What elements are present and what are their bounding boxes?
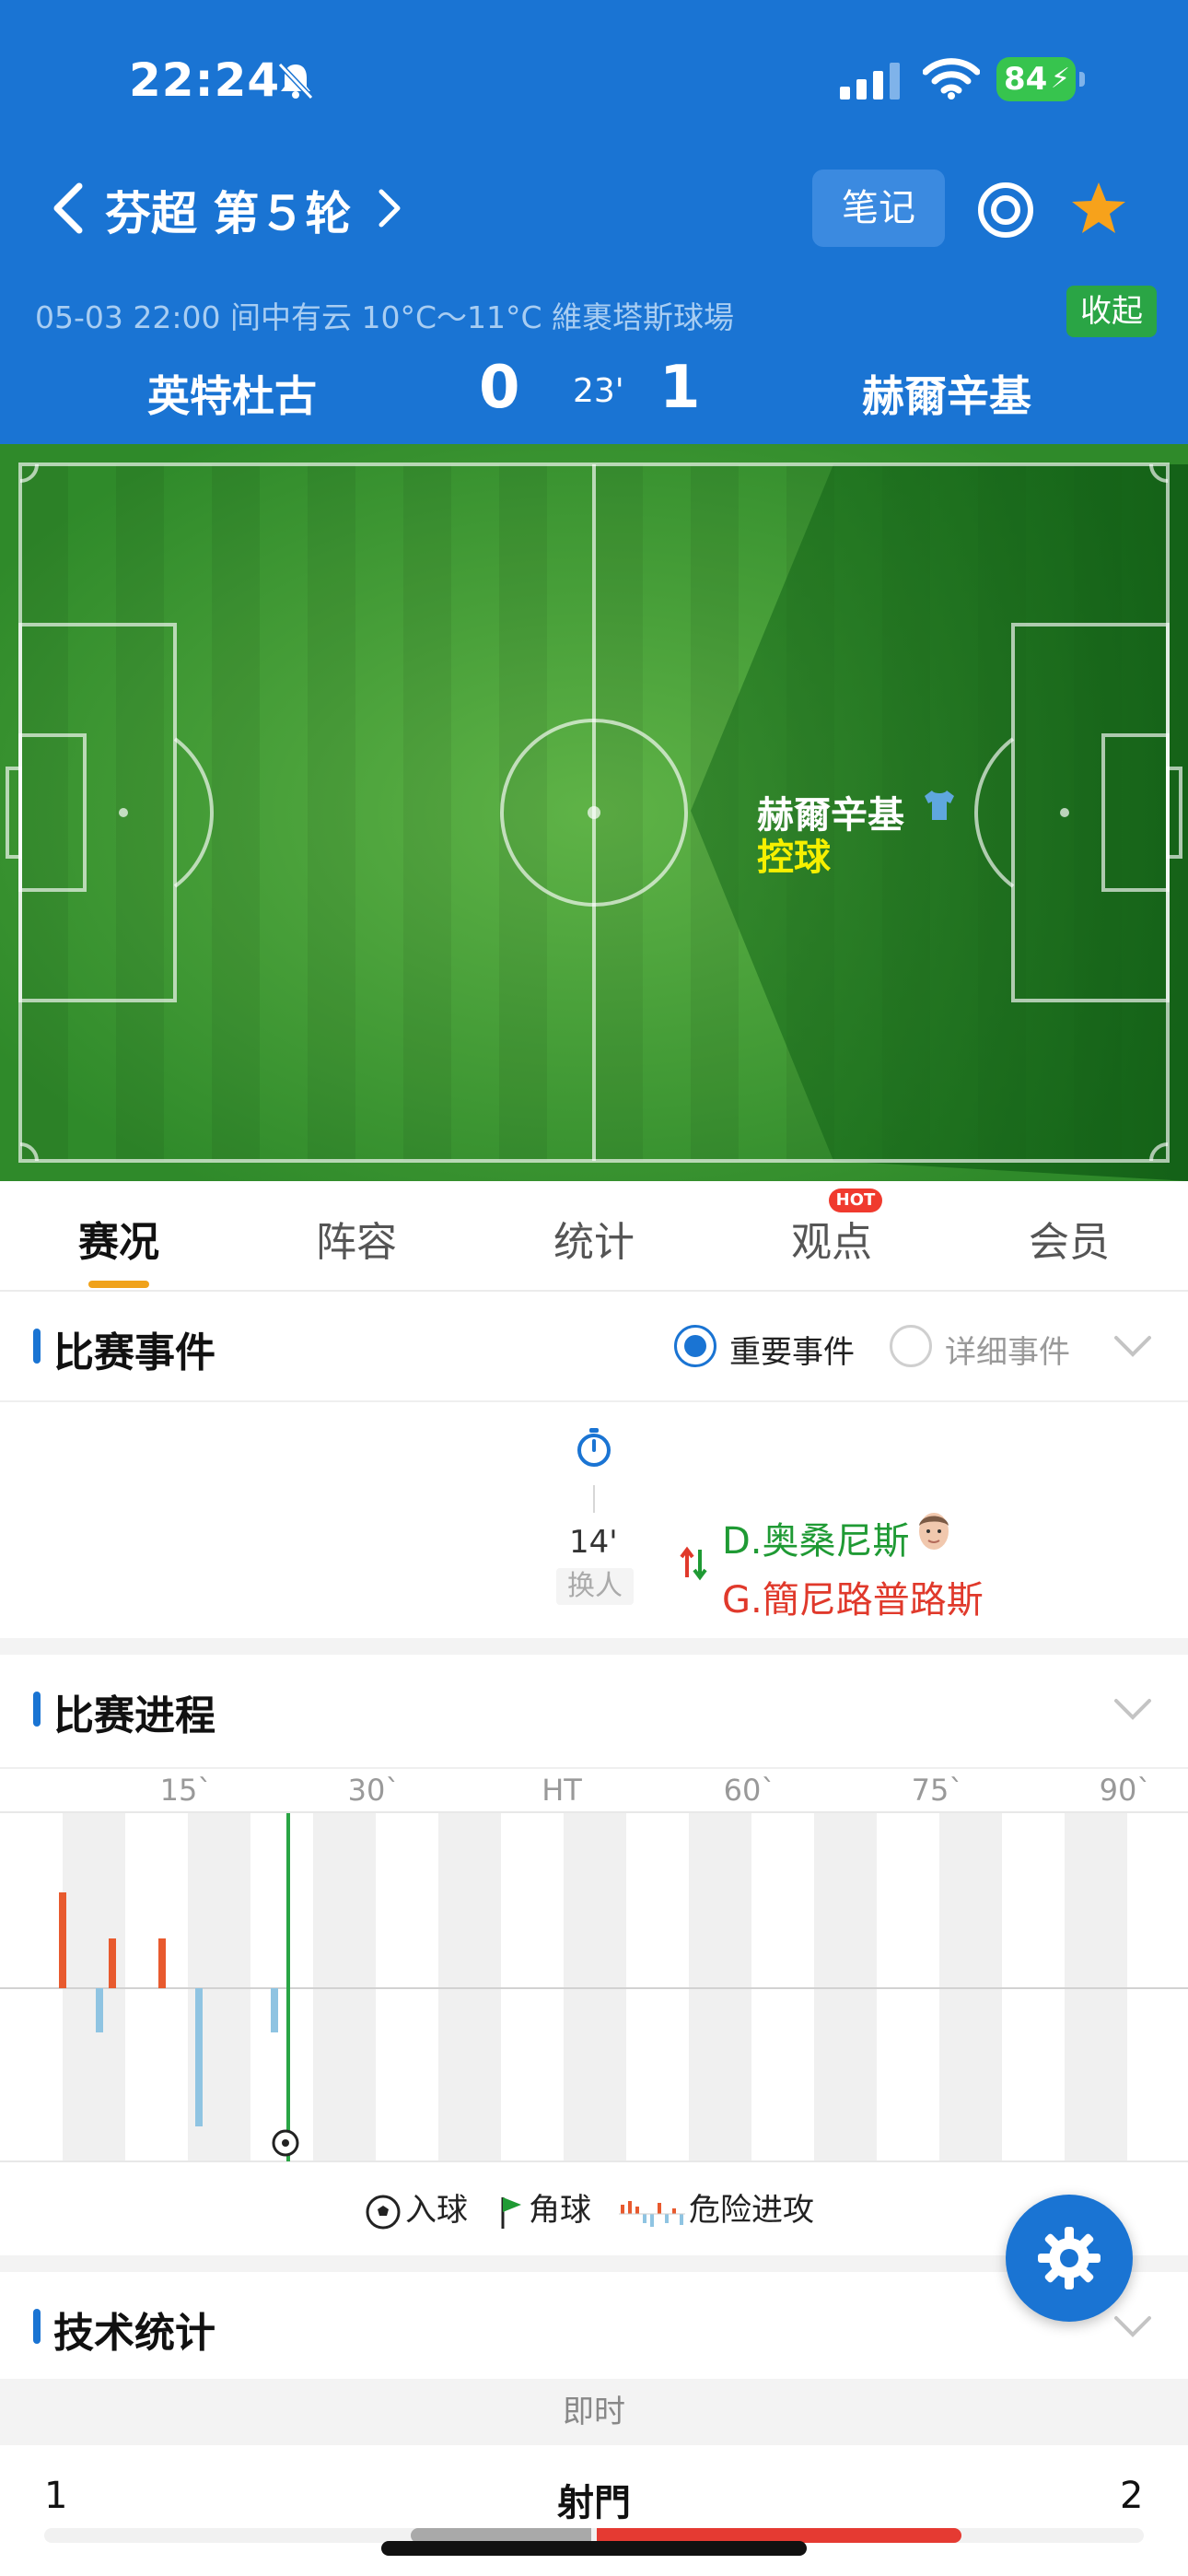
dangerous-attack-icon	[619, 2200, 685, 2227]
possession-label: 控球	[757, 837, 831, 879]
away-score: 1	[659, 354, 701, 422]
tab-opinions[interactable]: 观点	[713, 1209, 950, 1268]
event-connector	[593, 1485, 595, 1513]
tab-stats[interactable]: 统计	[475, 1209, 713, 1268]
status-time: 22:24	[129, 53, 281, 107]
notes-button[interactable]: 笔记	[812, 170, 945, 247]
substitution-icon	[680, 1546, 707, 1581]
legend-danger-label: 危险进攻	[689, 2192, 814, 2229]
corner-flag-icon	[501, 2196, 521, 2229]
timeline-label: 30`	[347, 1773, 401, 1808]
home-team-name[interactable]: 英特杜古	[147, 363, 317, 424]
important-events-label[interactable]: 重要事件	[729, 1327, 855, 1372]
divider	[0, 1767, 1188, 1769]
goal-marker	[272, 2129, 299, 2157]
away-attack-bar	[271, 1988, 278, 2032]
stopwatch-icon	[577, 1428, 611, 1467]
player-avatar	[919, 1513, 949, 1550]
match-info: 05-03 22:00 间中有云 10°C～11°C 維裹塔斯球場	[35, 299, 735, 335]
home-attack-bar	[59, 1892, 66, 1988]
event-minute: 14'	[569, 1524, 618, 1561]
signal-icon	[840, 63, 900, 100]
battery-level: 84	[1004, 61, 1048, 98]
home-attack-bar	[109, 1938, 116, 1988]
detailed-events-radio[interactable]	[890, 1325, 932, 1367]
match-minute: 23'	[573, 372, 624, 410]
away-team-name[interactable]: 赫爾辛基	[862, 363, 1031, 424]
section-marker	[33, 1329, 41, 1364]
bell-muted-icon	[277, 62, 314, 100]
timeline-label: HT	[542, 1773, 582, 1808]
legend-danger: 危险进攻	[619, 2187, 814, 2233]
favorite-star-icon[interactable]	[1068, 179, 1129, 240]
detailed-events-label[interactable]: 详细事件	[945, 1327, 1070, 1372]
away-attack-bar	[96, 1988, 103, 2032]
team-shirt-icon	[925, 790, 954, 820]
match-progress-timeline	[0, 1811, 1188, 2162]
soccer-ball-icon	[366, 2195, 401, 2229]
wifi-icon	[923, 58, 980, 100]
back-icon[interactable]	[48, 181, 88, 236]
player-in[interactable]: D.奥桑尼斯	[722, 1511, 910, 1564]
tech-stats-title: 技术统计	[53, 2310, 215, 2357]
timeline-label: 60`	[723, 1773, 776, 1808]
chevron-right-icon[interactable]	[376, 188, 403, 228]
home-attack-bar	[158, 1938, 166, 1988]
stat-away-value: 2	[1120, 2475, 1144, 2517]
stats-mode-label[interactable]: 即时	[0, 2379, 1188, 2445]
chevron-down-icon[interactable]	[1112, 1332, 1153, 1360]
collapse-button[interactable]: 收起	[1066, 286, 1157, 337]
match-header: 22:24 84 ⚡ 芬超 第５轮 笔记 05-03 22:00 间中有云 10…	[0, 0, 1188, 444]
league-round-title[interactable]: 芬超 第５轮	[105, 177, 351, 243]
timeline-axis: 15` 30` HT 60` 75` 90`	[0, 1773, 1188, 1809]
charging-icon: ⚡	[1050, 63, 1070, 95]
section-gap	[0, 1638, 1188, 1655]
battery-indicator: 84 ⚡	[996, 57, 1085, 101]
stat-name: 射門	[557, 2482, 631, 2524]
timeline-label: 75`	[911, 1773, 964, 1808]
live-pitch	[0, 444, 1188, 1181]
timeline-label: 90`	[1099, 1773, 1152, 1808]
home-score: 0	[479, 354, 520, 422]
timeline-legend: 入球 角球 危险进攻	[0, 2187, 1188, 2239]
match-tabs: 赛况 阵容 统计 观点 会员	[0, 1181, 1188, 1292]
divider	[0, 1400, 1188, 1402]
home-indicator[interactable]	[381, 2541, 807, 2556]
progress-title: 比赛进程	[53, 1692, 215, 1739]
legend-goal-label: 入球	[405, 2192, 468, 2229]
tab-membership[interactable]: 会员	[950, 1209, 1188, 1268]
chevron-down-icon[interactable]	[1112, 1695, 1153, 1723]
legend-corner-label: 角球	[529, 2192, 591, 2229]
away-attack-bar	[195, 1988, 203, 2126]
player-out[interactable]: G.簡尼路普路斯	[722, 1570, 984, 1623]
timeline-label: 15`	[159, 1773, 213, 1808]
gear-icon	[1038, 2227, 1101, 2289]
section-marker	[33, 1692, 41, 1727]
live-stream-icon[interactable]	[976, 181, 1035, 240]
section-marker	[33, 2309, 41, 2344]
active-tab-indicator	[88, 1281, 149, 1288]
hot-badge: HOT	[829, 1188, 882, 1212]
chevron-down-icon[interactable]	[1112, 2313, 1153, 2340]
tab-lineups[interactable]: 阵容	[238, 1209, 475, 1268]
tab-overview[interactable]: 赛况	[0, 1209, 238, 1268]
legend-goal: 入球	[365, 2187, 468, 2233]
important-events-radio[interactable]	[674, 1325, 716, 1367]
legend-corner: 角球	[497, 2187, 591, 2233]
settings-button[interactable]	[1006, 2195, 1133, 2322]
event-type: 换人	[556, 1568, 634, 1605]
events-title: 比赛事件	[53, 1329, 215, 1376]
